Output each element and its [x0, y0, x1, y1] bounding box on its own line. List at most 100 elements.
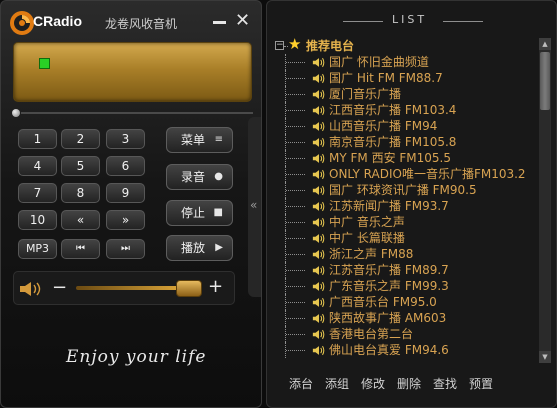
- volume-slider-thumb[interactable]: [176, 280, 202, 297]
- station-item[interactable]: 厦门音乐广播: [272, 86, 537, 102]
- minimize-button[interactable]: [212, 14, 227, 29]
- speaker-icon: [312, 249, 325, 260]
- record-button[interactable]: 录音 ●: [166, 164, 233, 190]
- collapse-group-icon[interactable]: −: [275, 41, 284, 50]
- close-button[interactable]: ✕: [235, 12, 250, 30]
- collapse-list-button[interactable]: «: [248, 117, 261, 297]
- skip-forward-button[interactable]: ⏭: [106, 239, 145, 259]
- star-icon: ★: [288, 38, 302, 53]
- station-item[interactable]: 江苏新闻广播 FM93.7: [272, 198, 537, 214]
- next-channel-button[interactable]: »: [106, 210, 145, 230]
- station-item[interactable]: 山西音乐广播 FM94: [272, 118, 537, 134]
- key-2[interactable]: 2: [61, 129, 100, 149]
- tree-connector: [286, 270, 305, 271]
- key-8[interactable]: 8: [61, 183, 100, 203]
- station-item[interactable]: 国广 怀旧金曲频道: [272, 54, 537, 70]
- tree-connector: [286, 190, 305, 191]
- station-item[interactable]: 香港电台第二台: [272, 326, 537, 342]
- tree-connector: [286, 206, 305, 207]
- station-label: 国广 环球资讯广播 FM90.5: [329, 183, 477, 197]
- station-label: 陕西故事广播 AM603: [329, 311, 447, 325]
- station-item[interactable]: 广东音乐之声 FM99.3: [272, 278, 537, 294]
- station-label: ONLY RADIO唯一音乐广播FM103.2: [329, 167, 526, 181]
- volume-up-button[interactable]: +: [208, 278, 223, 296]
- player-window: CRadio 龙卷风收音机 ✕ 1 2 3 4 5 6 7 8 9 10 « »…: [0, 0, 262, 408]
- volume-down-button[interactable]: −: [52, 279, 67, 297]
- station-item[interactable]: 浙江之声 FM88: [272, 246, 537, 262]
- key-7[interactable]: 7: [18, 183, 57, 203]
- collapse-icon: «: [250, 198, 258, 212]
- play-icon: ▶: [215, 242, 223, 253]
- stop-label: 停止: [181, 206, 206, 220]
- slogan-text: Enjoy your life: [66, 347, 207, 367]
- key-6[interactable]: 6: [106, 156, 145, 176]
- seek-knob[interactable]: [12, 109, 20, 117]
- tree-connector: [286, 302, 305, 303]
- group-label: 推荐电台: [306, 39, 355, 53]
- speaker-icon: [312, 137, 325, 148]
- key-5[interactable]: 5: [61, 156, 100, 176]
- scroll-thumb[interactable]: [540, 52, 550, 110]
- key-3[interactable]: 3: [106, 129, 145, 149]
- scroll-down-icon[interactable]: ▼: [539, 351, 551, 363]
- speaker-icon: [312, 169, 325, 180]
- scroll-up-icon[interactable]: ▲: [539, 38, 551, 50]
- speaker-icon: [312, 57, 325, 68]
- delete-button[interactable]: 删除: [397, 375, 421, 392]
- speaker-icon[interactable]: [19, 281, 45, 297]
- add-group-button[interactable]: 添组: [325, 375, 349, 392]
- station-label: 山西音乐广播 FM94: [329, 119, 438, 133]
- mp3-button[interactable]: MP3: [18, 239, 57, 259]
- speaker-icon: [312, 233, 325, 244]
- station-item[interactable]: 江苏音乐广播 FM89.7: [272, 262, 537, 278]
- tree-connector: [286, 350, 305, 351]
- station-item[interactable]: 江西音乐广播 FM103.4: [272, 102, 537, 118]
- list-scrollbar[interactable]: ▲ ▼: [539, 38, 551, 363]
- tree-connector: [286, 110, 305, 111]
- title-rule-right: [443, 21, 483, 22]
- cradio-logo-icon: [10, 11, 34, 35]
- tree-connector: [286, 222, 305, 223]
- station-item[interactable]: 南京音乐广播 FM105.8: [272, 134, 537, 150]
- skip-back-button[interactable]: ⏮: [61, 239, 100, 259]
- preset-button[interactable]: 预置: [469, 375, 493, 392]
- prev-channel-button[interactable]: «: [61, 210, 100, 230]
- station-item[interactable]: MY FM 西安 FM105.5: [272, 150, 537, 166]
- add-station-button[interactable]: 添台: [289, 375, 313, 392]
- station-label: 南京音乐广播 FM105.8: [329, 135, 457, 149]
- station-label: 江苏新闻广播 FM93.7: [329, 199, 449, 213]
- speaker-icon: [312, 153, 325, 164]
- lcd-display: [13, 42, 252, 102]
- key-1[interactable]: 1: [18, 129, 57, 149]
- key-9[interactable]: 9: [106, 183, 145, 203]
- volume-track[interactable]: [76, 286, 186, 290]
- edit-button[interactable]: 修改: [361, 375, 385, 392]
- play-button[interactable]: 播放 ▶: [166, 235, 233, 261]
- station-item[interactable]: 广西音乐台 FM95.0: [272, 294, 537, 310]
- station-item[interactable]: 中广 长篇联播: [272, 230, 537, 246]
- window-title: 龙卷风收音机: [105, 17, 178, 31]
- station-item[interactable]: 陕西故事广播 AM603: [272, 310, 537, 326]
- tree-connector: [286, 286, 305, 287]
- speaker-icon: [312, 185, 325, 196]
- search-button[interactable]: 查找: [433, 375, 457, 392]
- menu-label: 菜单: [181, 133, 206, 147]
- key-4[interactable]: 4: [18, 156, 57, 176]
- menu-button[interactable]: 菜单 ≡: [166, 127, 233, 153]
- tree-connector: [286, 158, 305, 159]
- station-item[interactable]: ONLY RADIO唯一音乐广播FM103.2: [272, 166, 537, 182]
- station-item[interactable]: 佛山电台真爱 FM94.6: [272, 342, 537, 358]
- seek-bar[interactable]: [12, 109, 254, 117]
- speaker-icon: [312, 89, 325, 100]
- tree-group[interactable]: − ★ 推荐电台: [272, 38, 537, 54]
- seek-track: [21, 112, 253, 114]
- station-item[interactable]: 中广 音乐之声: [272, 214, 537, 230]
- station-label: 江西音乐广播 FM103.4: [329, 103, 457, 117]
- tree-connector: [286, 238, 305, 239]
- stop-button[interactable]: 停止 ■: [166, 200, 233, 226]
- station-label: 中广 音乐之声: [329, 215, 405, 229]
- station-item[interactable]: 国广 环球资讯广播 FM90.5: [272, 182, 537, 198]
- key-10[interactable]: 10: [18, 210, 57, 230]
- station-label: 国广 怀旧金曲频道: [329, 55, 429, 69]
- station-item[interactable]: 国广 Hit FM FM88.7: [272, 70, 537, 86]
